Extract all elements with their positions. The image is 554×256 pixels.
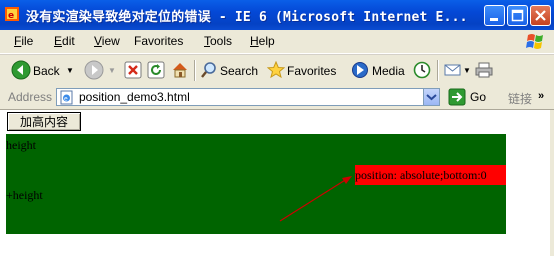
back-button[interactable]: Back xyxy=(33,64,60,78)
page-icon: e xyxy=(60,90,73,105)
menu-tools[interactable]: Tools xyxy=(204,34,232,48)
toolbar-separator xyxy=(437,60,439,81)
minimize-button[interactable] xyxy=(484,5,505,26)
menu-edit[interactable]: Edit xyxy=(54,34,75,48)
print-icon[interactable] xyxy=(475,61,493,79)
links-chevron-icon[interactable]: » xyxy=(538,90,544,102)
stop-icon[interactable] xyxy=(124,61,142,79)
links-label[interactable]: 链接 xyxy=(508,90,532,107)
menu-view[interactable]: View xyxy=(94,34,120,48)
maximize-icon xyxy=(511,9,524,22)
go-arrow-icon[interactable] xyxy=(448,88,466,106)
media-button[interactable]: Media xyxy=(372,64,405,78)
history-icon[interactable] xyxy=(413,61,431,79)
media-icon xyxy=(352,62,368,78)
title-bar[interactable]: e 没有实渲染导致绝对定位的错误 - IE 6 (Microsoft Inter… xyxy=(0,0,554,31)
svg-text:e: e xyxy=(8,11,14,21)
go-button[interactable]: Go xyxy=(470,90,486,104)
menu-bar: File Edit View Favorites Tools Help xyxy=(0,30,554,54)
menu-help[interactable]: Help xyxy=(250,34,275,48)
address-label: Address xyxy=(8,90,53,104)
maximize-button[interactable] xyxy=(507,5,528,26)
window-border xyxy=(550,110,554,256)
close-button[interactable] xyxy=(530,5,551,26)
address-bar: Address e position_demo3.html Go 链接 » xyxy=(0,86,554,110)
windows-flag-icon xyxy=(520,31,550,53)
annotation-arrow xyxy=(279,176,352,222)
toolbar: Back ▼ ▼ Search Favorites Media ▼ xyxy=(0,54,554,87)
favorites-star-icon xyxy=(267,61,285,79)
home-icon[interactable] xyxy=(171,61,189,79)
mail-icon[interactable] xyxy=(444,61,462,79)
minimize-icon xyxy=(490,18,498,21)
svg-text:e: e xyxy=(64,96,68,103)
forward-dropdown-icon[interactable]: ▼ xyxy=(108,66,116,75)
close-icon xyxy=(535,10,546,21)
favorites-button[interactable]: Favorites xyxy=(287,64,336,78)
mail-dropdown-icon[interactable]: ▼ xyxy=(463,66,471,75)
forward-arrow-icon[interactable] xyxy=(84,60,104,80)
toolbar-separator xyxy=(194,60,196,81)
address-dropdown-button[interactable] xyxy=(423,89,439,105)
address-input[interactable]: e position_demo3.html xyxy=(56,88,440,106)
chevron-down-icon xyxy=(426,94,437,101)
ie-logo-icon: e xyxy=(5,7,19,21)
search-button[interactable]: Search xyxy=(220,64,258,78)
menu-file[interactable]: File xyxy=(14,34,33,48)
menu-favorites[interactable]: Favorites xyxy=(134,34,183,48)
back-dropdown-icon[interactable]: ▼ xyxy=(66,66,74,75)
address-value: position_demo3.html xyxy=(79,90,190,104)
refresh-icon[interactable] xyxy=(147,61,165,79)
page-content: 加高内容 height +height position: absolute;b… xyxy=(0,110,554,256)
back-arrow-icon xyxy=(11,60,31,80)
window-title: 没有实渲染导致绝对定位的错误 - IE 6 (Microsoft Interne… xyxy=(26,10,468,25)
search-icon xyxy=(201,62,216,78)
